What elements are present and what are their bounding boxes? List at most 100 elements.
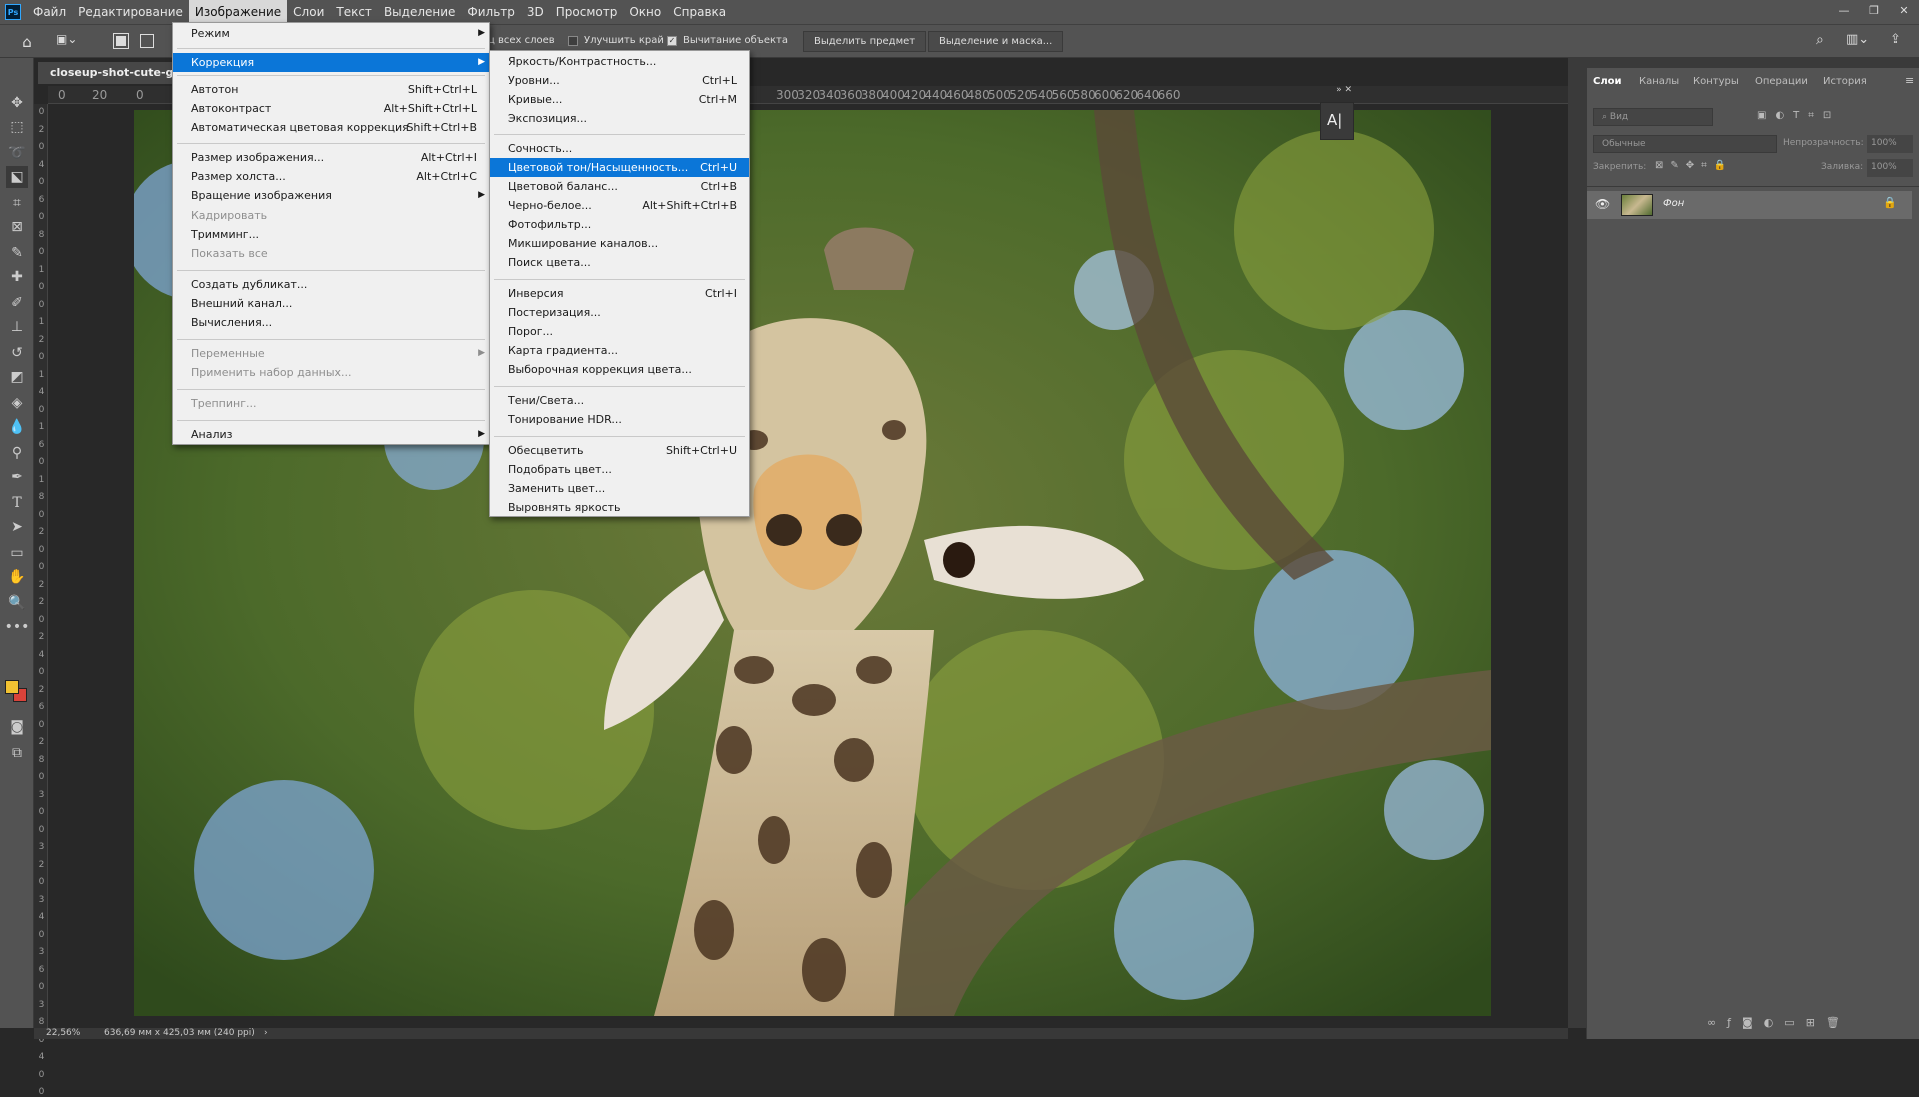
- select-subject-button[interactable]: Выделить предмет: [803, 31, 927, 52]
- restore-icon[interactable]: ❐: [1859, 0, 1889, 20]
- menu-item[interactable]: Вычисления...: [173, 313, 489, 332]
- tab-channels[interactable]: Каналы: [1639, 76, 1679, 87]
- menu-item[interactable]: Тримминг...: [173, 225, 489, 244]
- menu-item[interactable]: Микширование каналов...: [490, 234, 749, 253]
- zoom-tool-icon[interactable]: 🔍: [6, 592, 28, 614]
- opacity-field[interactable]: 100%: [1867, 135, 1913, 153]
- layers-footer-icons[interactable]: ∞ƒ◙◐▭⊞🗑: [1707, 1016, 1917, 1032]
- quick-mask-icon[interactable]: ◙: [6, 716, 28, 738]
- panel-menu-icon[interactable]: ≡: [1905, 74, 1914, 87]
- menu-item[interactable]: Коррекция ▶: [173, 53, 489, 72]
- menu-item[interactable]: Сочность...: [490, 139, 749, 158]
- enhance-edge-checkbox[interactable]: [568, 36, 578, 46]
- menu-item[interactable]: Размер изображения... Alt+Ctrl+I: [173, 148, 489, 167]
- layer-filter-search[interactable]: ⌕ Вид: [1593, 108, 1713, 126]
- layer-row-background[interactable]: 👁 Фон 🔒: [1587, 191, 1912, 219]
- menu-help[interactable]: Справка: [667, 0, 732, 24]
- frame-tool-icon[interactable]: ⊠: [6, 216, 28, 238]
- lasso-tool-icon[interactable]: ➰: [6, 142, 28, 164]
- dodge-tool-icon[interactable]: ⚲: [6, 442, 28, 464]
- path-selection-tool-icon[interactable]: ➤: [6, 516, 28, 538]
- menu-item[interactable]: Выборочная коррекция цвета...: [490, 360, 749, 379]
- pen-tool-icon[interactable]: ✒: [6, 466, 28, 488]
- workspace-icon[interactable]: ▥⌄: [1846, 32, 1874, 52]
- clone-stamp-tool-icon[interactable]: ⊥: [6, 316, 28, 338]
- tab-actions[interactable]: Операции: [1755, 76, 1808, 87]
- add-selection-icon[interactable]: [140, 34, 154, 48]
- menu-item[interactable]: Цветовой баланс... Ctrl+B: [490, 177, 749, 196]
- tab-layers[interactable]: Слои: [1593, 76, 1622, 87]
- lock-icons[interactable]: ⊠✎✥⌗🔒: [1655, 160, 1733, 171]
- panel-collapse-icon[interactable]: » ✕: [1321, 85, 1355, 99]
- menu-item[interactable]: Создать дубликат...: [173, 275, 489, 294]
- menu-layers[interactable]: Слои: [287, 0, 330, 24]
- menu-item[interactable]: Уровни... Ctrl+L: [490, 71, 749, 90]
- eye-visibility-icon[interactable]: 👁: [1595, 197, 1610, 211]
- menu-item[interactable]: Обесцветить Shift+Ctrl+U: [490, 441, 749, 460]
- object-selection-tool-icon[interactable]: ⬕: [6, 166, 28, 188]
- menu-item[interactable]: Тени/Света...: [490, 391, 749, 410]
- new-selection-icon[interactable]: [113, 33, 129, 49]
- menu-item[interactable]: Размер холста... Alt+Ctrl+C: [173, 167, 489, 186]
- menu-item[interactable]: Порог...: [490, 322, 749, 341]
- zoom-level[interactable]: 22,56%: [46, 1028, 80, 1038]
- menu-item[interactable]: Автотон Shift+Ctrl+L: [173, 80, 489, 99]
- menu-file[interactable]: Файл: [27, 0, 72, 24]
- marquee-tool-icon[interactable]: ⬚: [6, 116, 28, 138]
- menu-item[interactable]: Фотофильтр...: [490, 215, 749, 234]
- layer-filter-icons[interactable]: ▣◐T⌗⊡: [1757, 110, 1897, 124]
- menu-item[interactable]: Внешний канал...: [173, 294, 489, 313]
- menu-image[interactable]: Изображение: [188, 0, 288, 24]
- move-tool-icon[interactable]: ✥: [6, 92, 28, 114]
- home-icon[interactable]: ⌂: [16, 32, 38, 52]
- select-and-mask-button[interactable]: Выделение и маска...: [928, 31, 1064, 52]
- hand-tool-icon[interactable]: ✋: [6, 566, 28, 588]
- minimize-icon[interactable]: —: [1829, 0, 1859, 20]
- blur-tool-icon[interactable]: 💧: [6, 416, 28, 438]
- document-tab[interactable]: closeup-shot-cute-giraf: [38, 62, 184, 84]
- type-cursor-icon[interactable]: A|: [1327, 111, 1342, 129]
- menu-item[interactable]: Режим ▶: [173, 24, 489, 43]
- crop-tool-icon[interactable]: ⌗: [6, 192, 28, 214]
- subtract-object-checkbox[interactable]: ✓: [667, 36, 677, 46]
- menu-item[interactable]: Цветовой тон/Насыщенность... Ctrl+U: [490, 158, 749, 177]
- menu-edit[interactable]: Редактирование: [72, 0, 189, 24]
- menu-item[interactable]: Экспозиция...: [490, 109, 749, 128]
- eyedropper-tool-icon[interactable]: ✎: [6, 242, 28, 264]
- menu-item[interactable]: Выровнять яркость: [490, 498, 749, 517]
- paint-bucket-tool-icon[interactable]: ◈: [6, 392, 28, 414]
- menu-3d[interactable]: 3D: [521, 0, 550, 24]
- menu-type[interactable]: Текст: [330, 0, 378, 24]
- menu-item[interactable]: Заменить цвет...: [490, 479, 749, 498]
- menu-window[interactable]: Окно: [623, 0, 667, 24]
- menu-item[interactable]: Вращение изображения ▶: [173, 186, 489, 205]
- blend-mode-select[interactable]: Обычные: [1593, 135, 1777, 153]
- layer-name[interactable]: Фон: [1663, 198, 1684, 209]
- close-icon[interactable]: ✕: [1889, 0, 1919, 20]
- share-icon[interactable]: ⇪: [1890, 32, 1910, 52]
- menu-item[interactable]: Яркость/Контрастность...: [490, 52, 749, 71]
- type-tool-icon[interactable]: T: [6, 492, 28, 514]
- screen-mode-icon[interactable]: ⧉: [6, 742, 28, 764]
- tab-history[interactable]: История: [1823, 76, 1867, 87]
- healing-brush-tool-icon[interactable]: ✚: [6, 266, 28, 288]
- eraser-tool-icon[interactable]: ◩: [6, 366, 28, 388]
- rectangle-tool-icon[interactable]: ▭: [6, 542, 28, 564]
- menu-item[interactable]: Черно-белое... Alt+Shift+Ctrl+B: [490, 196, 749, 215]
- menu-item[interactable]: Поиск цвета...: [490, 253, 749, 272]
- menu-item[interactable]: Тонирование HDR...: [490, 410, 749, 429]
- menu-item[interactable]: Инверсия Ctrl+I: [490, 284, 749, 303]
- menu-item[interactable]: Анализ ▶: [173, 425, 489, 444]
- menu-item[interactable]: Автоконтраст Alt+Shift+Ctrl+L: [173, 99, 489, 118]
- menu-item[interactable]: Карта градиента...: [490, 341, 749, 360]
- menu-filter[interactable]: Фильтр: [461, 0, 520, 24]
- menu-item[interactable]: Автоматическая цветовая коррекция Shift+C…: [173, 118, 489, 137]
- menu-select[interactable]: Выделение: [378, 0, 461, 24]
- search-icon[interactable]: ⌕: [1816, 32, 1836, 52]
- brush-tool-icon[interactable]: ✐: [6, 292, 28, 314]
- tab-paths[interactable]: Контуры: [1693, 76, 1739, 87]
- history-brush-tool-icon[interactable]: ↺: [6, 342, 28, 364]
- menu-item[interactable]: Подобрать цвет...: [490, 460, 749, 479]
- menu-view[interactable]: Просмотр: [550, 0, 624, 24]
- menu-item[interactable]: Постеризация...: [490, 303, 749, 322]
